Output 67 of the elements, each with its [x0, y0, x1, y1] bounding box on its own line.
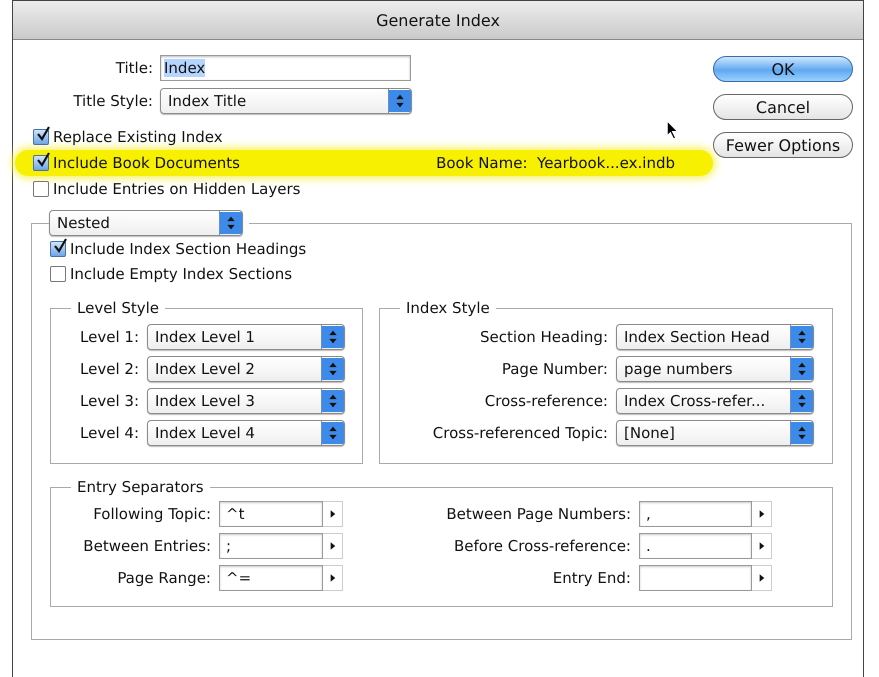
field-label: Title:: [114, 59, 153, 77]
style-dropdown[interactable]: Index Level 4: [147, 420, 345, 446]
style-dropdown[interactable]: Index Level 3: [147, 388, 345, 414]
style-dropdown[interactable]: Index Level 2: [147, 356, 345, 382]
style-dropdown[interactable]: Index Level 1: [147, 324, 345, 350]
menu-arrow-icon[interactable]: [752, 565, 772, 591]
stepper-arrows-icon: [790, 421, 813, 445]
stepper-arrows-icon: [790, 357, 813, 381]
style-dropdown[interactable]: [None]: [616, 420, 814, 446]
field-label: Title Style:: [72, 92, 153, 110]
group-title: Level Style: [76, 299, 160, 317]
checkbox-label: Include Empty Index Sections: [70, 265, 292, 283]
title-style-dropdown[interactable]: Index Title: [160, 88, 412, 114]
field-label: Entry End:: [552, 569, 631, 587]
book-name-text: Book Name: Yearbook...ex.indb: [436, 154, 675, 172]
field-label: Level 3:: [79, 392, 139, 410]
stepper-arrows-icon: [790, 325, 813, 349]
field-label: Before Cross-reference:: [452, 537, 631, 555]
menu-arrow-icon[interactable]: [752, 501, 772, 527]
menu-arrow-icon[interactable]: [323, 501, 343, 527]
menu-arrow-icon[interactable]: [323, 565, 343, 591]
stepper-arrows-icon: [219, 211, 242, 235]
stepper-arrows-icon: [321, 357, 344, 381]
style-dropdown[interactable]: page numbers: [616, 356, 814, 382]
menu-arrow-icon[interactable]: [323, 533, 343, 559]
mode-dropdown[interactable]: Nested: [49, 210, 243, 236]
separator-field[interactable]: [639, 565, 752, 591]
separator-field[interactable]: .: [639, 533, 752, 559]
mouse-pointer-icon: [666, 120, 679, 140]
title-field[interactable]: Index: [160, 55, 411, 81]
checkbox-box[interactable]: [50, 266, 66, 282]
style-dropdown[interactable]: Index Section Head: [616, 324, 814, 350]
field-label: Between Page Numbers:: [445, 505, 631, 523]
separator-field[interactable]: ,: [639, 501, 752, 527]
separator-field[interactable]: ^t: [219, 501, 323, 527]
field-label: Level 2:: [79, 360, 139, 378]
field-label: Level 1:: [79, 328, 139, 346]
separator-field[interactable]: ^=: [219, 565, 323, 591]
window-title: Generate Index: [376, 10, 500, 30]
field-label: Cross-reference:: [484, 392, 608, 410]
stepper-arrows-icon: [790, 389, 813, 413]
checkbox-label: Include Index Section Headings: [70, 240, 306, 258]
checkbox-box[interactable]: [33, 181, 49, 197]
checkbox[interactable]: Include Empty Index Sections: [50, 265, 833, 283]
dialog-button[interactable]: OK: [713, 56, 853, 82]
field-label: Page Number:: [500, 360, 608, 378]
group-title: Index Style: [405, 299, 491, 317]
checkbox-box[interactable]: [33, 129, 49, 145]
group-title: Entry Separators: [76, 478, 205, 496]
style-dropdown[interactable]: Index Cross-refer...: [616, 388, 814, 414]
separator-field[interactable]: ;: [219, 533, 323, 559]
stepper-arrows-icon: [321, 325, 344, 349]
stepper-arrows-icon: [321, 389, 344, 413]
field-label: Level 4:: [79, 424, 139, 442]
field-label: Page Range:: [116, 569, 211, 587]
dialog-button[interactable]: Cancel: [713, 94, 853, 120]
dialog-button[interactable]: Fewer Options: [713, 132, 853, 158]
checkbox[interactable]: Include Index Section Headings: [50, 240, 833, 258]
menu-arrow-icon[interactable]: [752, 533, 772, 559]
checkbox-box[interactable]: [50, 241, 66, 257]
field-label: Section Heading:: [479, 328, 608, 346]
field-label: Following Topic:: [92, 505, 211, 523]
stepper-arrows-icon: [388, 89, 411, 113]
checkbox-box[interactable]: [33, 155, 49, 171]
field-label: Between Entries:: [82, 537, 211, 555]
stepper-arrows-icon: [321, 421, 344, 445]
field-label: Cross-referenced Topic:: [432, 424, 608, 442]
